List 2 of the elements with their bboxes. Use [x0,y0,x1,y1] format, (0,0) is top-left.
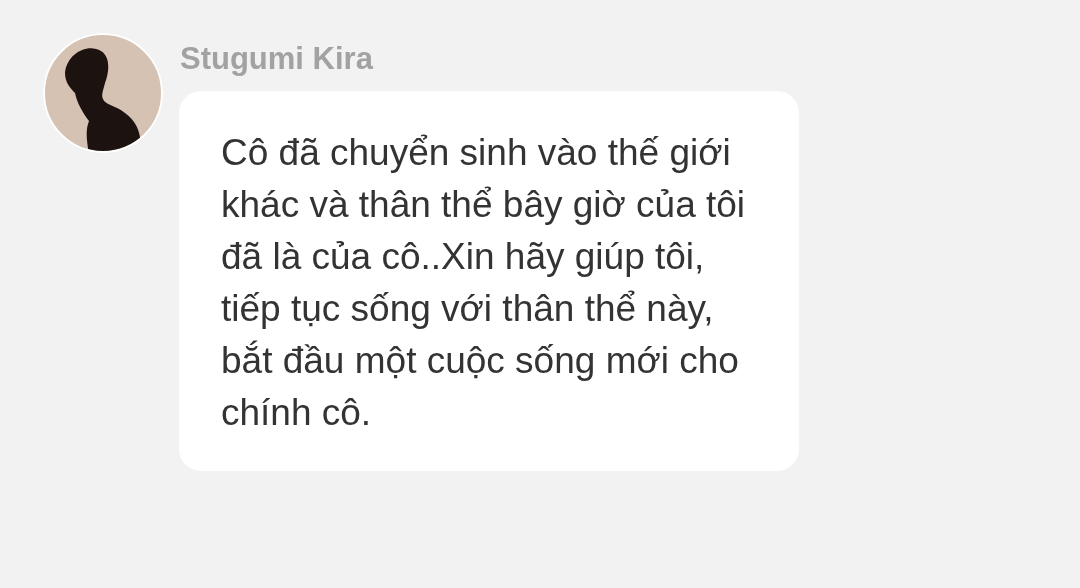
sender-name: Stugumi Kira [180,41,375,77]
message-bubble: Cô đã chuyển sinh vào thế giới khác và thân thể bây giờ của tôi đã là của cô..Xin hãy giúp tôi, tiếp tục sống với thân thể này, bắt đầu một cuộc sống mới cho chính cô. [179,91,799,471]
